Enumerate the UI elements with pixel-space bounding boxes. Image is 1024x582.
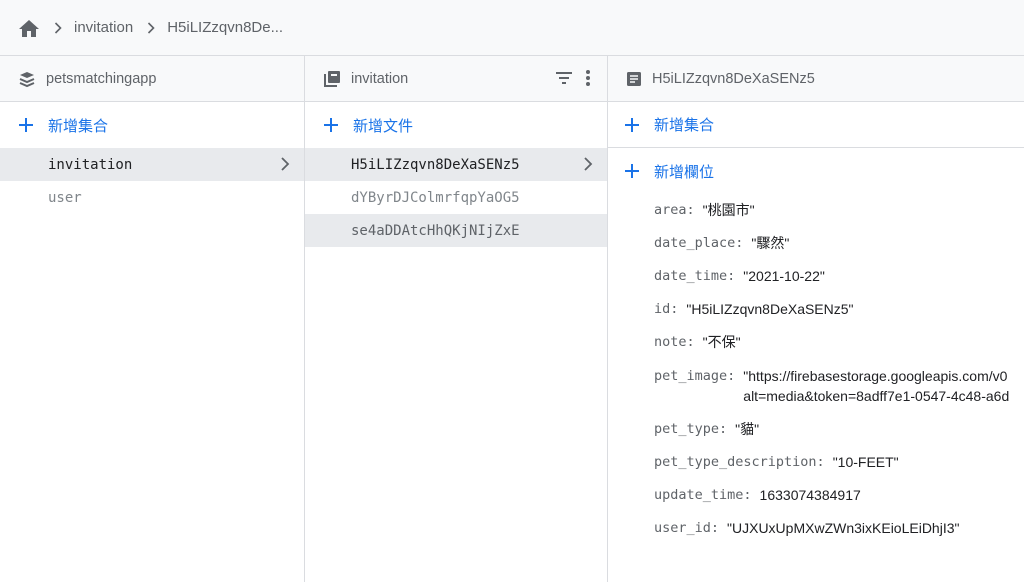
add-collection-button[interactable]: 新增集合 [0, 102, 304, 148]
field-value: "UJXUxUpMXwZWn3ixKEioLEiDhjI3" [727, 520, 960, 536]
field-key: update_time: [654, 487, 752, 503]
field-row-area[interactable]: area: "桃園市" [608, 201, 755, 219]
field-value: "https://firebasestorage.googleapis.com/… [743, 367, 1009, 405]
field-row-update-time[interactable]: update_time: 1633074384917 [608, 486, 861, 504]
document-id: dYByrDJColmrfqpYaOG5 [351, 189, 520, 206]
field-row-date-place[interactable]: date_place: "驟然" [608, 234, 789, 252]
collections-panel: petsmatchingapp 新增集合 invitation user [0, 56, 305, 582]
field-value: "貓" [735, 421, 760, 437]
chevron-right-icon [54, 21, 62, 34]
document-id: H5iLIZzqvn8DeXaSENz5 [351, 156, 520, 173]
field-row-pet-type[interactable]: pet_type: "貓" [608, 420, 759, 438]
add-field-button[interactable]: 新增欄位 [608, 148, 1024, 194]
document-title: H5iLIZzqvn8DeXaSENz5 [652, 70, 815, 87]
field-value: "H5iLIZzqvn8DeXaSENz5" [686, 301, 854, 317]
field-row-user-id[interactable]: user_id: "UJXUxUpMXwZWn3ixKEioLEiDhjI3" [608, 519, 959, 537]
field-key: user_id: [654, 520, 720, 536]
collection-title: invitation [351, 70, 409, 87]
add-subcollection-label: 新增集合 [654, 117, 715, 134]
field-row-pet-image[interactable]: pet_image: "https://firebasestorage.goog… [608, 367, 1024, 405]
panel-header: petsmatchingapp [0, 56, 304, 102]
document-item[interactable]: se4aDDAtcHhQKjNIjZxE [305, 214, 607, 247]
field-value-line: alt=media&token=8adff7e1-0547-4c48-a6d [743, 388, 1010, 404]
field-key: id: [654, 301, 679, 317]
document-item[interactable]: dYByrDJColmrfqpYaOG5 [305, 181, 607, 214]
collection-item-invitation[interactable]: invitation [0, 148, 304, 181]
breadcrumb-item-document[interactable]: H5iLIZzqvn8De... [167, 19, 283, 36]
field-key: date_time: [654, 268, 736, 284]
field-row-id[interactable]: id: "H5iLIZzqvn8DeXaSENz5" [608, 300, 854, 318]
add-collection-label: 新增集合 [48, 117, 109, 135]
field-value: "驟然" [751, 235, 790, 251]
chevron-right-icon [583, 156, 593, 176]
home-icon[interactable] [18, 18, 40, 38]
plus-icon [18, 117, 34, 133]
field-row-note[interactable]: note: "不保" [608, 333, 741, 351]
field-key: note: [654, 334, 695, 350]
add-document-label: 新增文件 [353, 117, 414, 135]
more-vert-icon[interactable] [585, 69, 591, 87]
field-key: date_place: [654, 235, 744, 251]
collection-icon [323, 70, 341, 88]
plus-icon [624, 117, 640, 133]
field-value: 1633074384917 [759, 487, 861, 503]
filter-icon[interactable] [555, 71, 573, 85]
field-key: pet_type_description: [654, 454, 825, 470]
chevron-right-icon [147, 21, 155, 34]
project-title: petsmatchingapp [46, 70, 157, 87]
field-value: "不保" [702, 334, 741, 350]
add-field-label: 新增欄位 [654, 163, 715, 181]
field-value: "2021-10-22" [743, 268, 825, 284]
document-item[interactable]: H5iLIZzqvn8DeXaSENz5 [305, 148, 607, 181]
document-panel: H5iLIZzqvn8DeXaSENz5 新增集合 新增欄位 area: "桃園… [608, 56, 1024, 582]
field-key: pet_image: [654, 368, 736, 384]
collection-item-user[interactable]: user [0, 181, 304, 214]
plus-icon [323, 117, 339, 133]
collection-name: invitation [48, 156, 133, 173]
field-row-date-time[interactable]: date_time: "2021-10-22" [608, 267, 825, 285]
documents-panel: invitation 新增文件 H5iLIZzqvn8DeXaSENz5 dYB… [305, 56, 608, 582]
plus-icon [624, 163, 640, 179]
panel-header: H5iLIZzqvn8DeXaSENz5 [608, 56, 1024, 102]
document-id: se4aDDAtcHhQKjNIjZxE [351, 222, 520, 239]
database-icon [18, 70, 36, 88]
field-key: area: [654, 202, 695, 218]
panel-header: invitation [305, 56, 607, 102]
breadcrumb: invitation H5iLIZzqvn8De... [0, 0, 1024, 56]
field-value: "桃園市" [702, 202, 755, 218]
field-row-pet-type-description[interactable]: pet_type_description: "10-FEET" [608, 453, 899, 471]
collection-name: user [48, 189, 82, 206]
field-value-line: "https://firebasestorage.googleapis.com/… [743, 368, 1008, 384]
chevron-right-icon [280, 156, 290, 176]
document-icon [626, 71, 642, 87]
add-subcollection-button[interactable]: 新增集合 [608, 102, 1024, 148]
breadcrumb-item-invitation[interactable]: invitation [74, 19, 133, 36]
field-value: "10-FEET" [832, 454, 899, 470]
field-key: pet_type: [654, 421, 728, 437]
add-document-button[interactable]: 新增文件 [305, 102, 607, 148]
